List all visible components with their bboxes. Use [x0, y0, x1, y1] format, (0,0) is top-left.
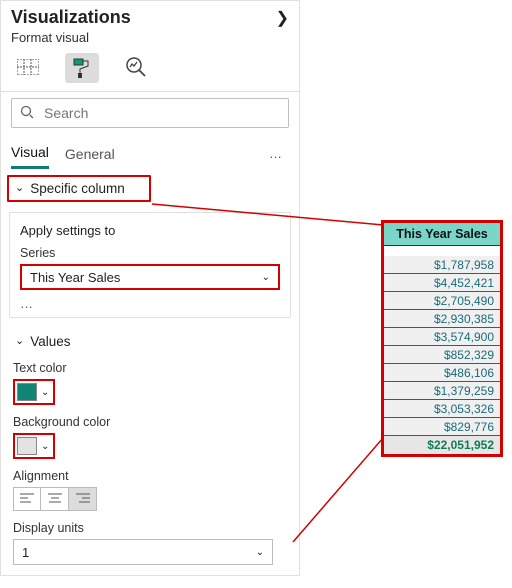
search-field[interactable] — [42, 104, 280, 122]
series-value: This Year Sales — [30, 270, 120, 285]
result-table: This Year Sales $1,787,958$4,452,421$2,7… — [381, 220, 503, 457]
chevron-down-icon: ⌄ — [15, 334, 24, 347]
align-right-button[interactable] — [69, 487, 97, 511]
search-icon — [20, 105, 34, 122]
table-gap — [384, 246, 500, 256]
chevron-down-icon: ⌄ — [41, 387, 49, 398]
specific-column-section-header[interactable]: ⌄ Specific column — [7, 175, 151, 202]
pane-title: Visualizations — [11, 7, 131, 28]
table-row: $4,452,421 — [384, 274, 500, 292]
apply-settings-card: Apply settings to Series This Year Sales… — [9, 212, 291, 318]
text-color-swatch — [17, 383, 37, 401]
display-units-label: Display units — [13, 521, 287, 535]
table-header: This Year Sales — [384, 223, 500, 246]
table-row: $1,379,259 — [384, 382, 500, 400]
table-row: $2,705,490 — [384, 292, 500, 310]
values-section-header[interactable]: ⌄ Values — [1, 326, 299, 357]
values-section-label: Values — [30, 334, 70, 349]
series-dropdown[interactable]: This Year Sales ⌄ — [20, 264, 280, 290]
build-visual-button[interactable] — [11, 53, 45, 83]
specific-column-label: Specific column — [30, 181, 125, 196]
pane-subtitle: Format visual — [1, 30, 299, 49]
tab-more-button[interactable]: … — [269, 146, 289, 161]
chevron-down-icon: ⌄ — [15, 181, 24, 194]
analytics-button[interactable] — [119, 53, 153, 83]
search-input[interactable] — [11, 98, 289, 128]
text-color-label: Text color — [13, 361, 287, 375]
align-left-button[interactable] — [13, 487, 41, 511]
table-row: $486,106 — [384, 364, 500, 382]
table-row: $3,053,326 — [384, 400, 500, 418]
table-row: $3,574,900 — [384, 328, 500, 346]
table-row: $829,776 — [384, 418, 500, 436]
tab-general[interactable]: General — [65, 140, 115, 168]
table-row: $2,930,385 — [384, 310, 500, 328]
align-center-icon — [48, 492, 62, 507]
table-row: $1,787,958 — [384, 256, 500, 274]
table-row: $852,329 — [384, 346, 500, 364]
series-label: Series — [20, 246, 280, 260]
align-right-icon — [76, 492, 90, 507]
align-center-button[interactable] — [41, 487, 69, 511]
tab-visual[interactable]: Visual — [11, 138, 49, 169]
chevron-down-icon: ⌄ — [256, 547, 264, 558]
text-color-picker[interactable]: ⌄ — [13, 379, 55, 405]
chevron-down-icon: ⌄ — [41, 441, 49, 452]
alignment-segmented — [13, 487, 287, 511]
alignment-label: Alignment — [13, 469, 287, 483]
align-left-icon — [20, 492, 34, 507]
chevron-down-icon: ⌄ — [262, 272, 270, 283]
display-units-value: 1 — [22, 545, 29, 560]
paint-roller-icon — [70, 56, 94, 81]
apply-settings-title: Apply settings to — [20, 223, 280, 238]
apply-more-button[interactable]: … — [20, 296, 280, 311]
bg-color-label: Background color — [13, 415, 287, 429]
bg-color-picker[interactable]: ⌄ — [13, 433, 55, 459]
fields-grid-icon — [17, 59, 39, 78]
format-visual-button[interactable] — [65, 53, 99, 83]
display-units-dropdown[interactable]: 1 ⌄ — [13, 539, 273, 565]
table-total-row: $22,051,952 — [384, 436, 500, 454]
bg-color-swatch — [17, 437, 37, 455]
analytics-magnifier-icon — [125, 56, 147, 81]
collapse-pane-icon[interactable]: ❯ — [276, 8, 289, 28]
